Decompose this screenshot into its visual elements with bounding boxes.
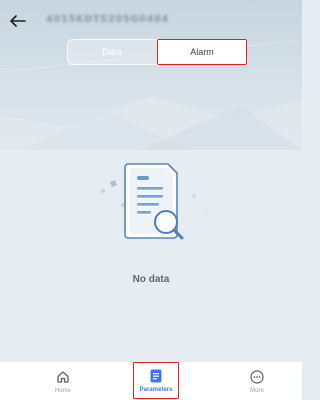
document-list-icon <box>148 368 164 384</box>
more-circle-icon <box>249 369 265 385</box>
tab-data[interactable]: Data <box>68 40 156 64</box>
device-id-title: 4015KDTS205G0484 <box>46 14 169 25</box>
nav-label-home: Home <box>54 388 71 394</box>
top-bar: 4015KDTS205G0484 <box>0 0 302 40</box>
empty-message: No data <box>132 274 170 285</box>
home-icon <box>55 369 71 385</box>
nav-label-parameters: Parameters <box>139 387 173 393</box>
tab-alarm[interactable]: Alarm <box>157 39 247 65</box>
arrow-left-icon <box>10 15 26 27</box>
nav-label-more: More <box>250 388 264 394</box>
tab-switcher: Data Alarm <box>67 39 247 65</box>
nav-more[interactable]: More <box>227 362 287 400</box>
document-search-icon <box>100 163 206 240</box>
nav-parameters[interactable]: Parameters <box>133 362 179 399</box>
back-button[interactable] <box>6 11 30 31</box>
nav-home[interactable]: Home <box>33 362 93 400</box>
bottom-nav: Home Parameters More <box>0 362 302 400</box>
